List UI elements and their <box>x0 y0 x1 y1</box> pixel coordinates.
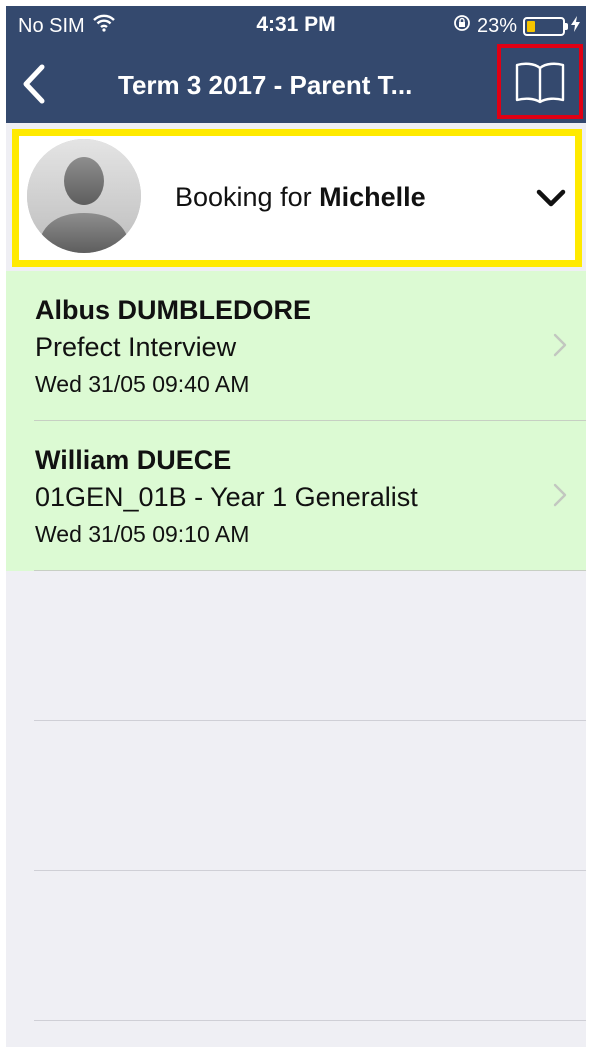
back-button[interactable] <box>18 62 52 106</box>
app-screen: No SIM 4:31 PM 23% Term 3 2017 - Parent … <box>6 6 586 1047</box>
chevron-right-icon <box>553 333 567 357</box>
status-bar: No SIM 4:31 PM 23% <box>6 6 586 44</box>
empty-row <box>6 871 586 1021</box>
booking-for-label: Booking for Michelle <box>175 182 426 213</box>
appointment-row[interactable]: Albus DUMBLEDORE Prefect Interview Wed 3… <box>6 271 586 421</box>
battery-icon <box>523 16 568 36</box>
empty-row <box>6 721 586 871</box>
nav-bar: Term 3 2017 - Parent T... <box>6 44 586 123</box>
chevron-right-icon <box>553 483 567 507</box>
battery-percent: 23% <box>476 14 517 37</box>
battery-fill <box>527 20 535 32</box>
status-right: 23% <box>453 14 580 38</box>
teacher-name: William DUECE <box>35 445 232 475</box>
appointment-row[interactable]: William DUECE 01GEN_01B - Year 1 General… <box>6 421 586 571</box>
page-title: Term 3 2017 - Parent T... <box>118 70 413 100</box>
empty-row <box>6 571 586 721</box>
student-name: Michelle <box>319 182 426 212</box>
charging-icon <box>571 15 580 38</box>
appointment-time: Wed 31/05 09:10 AM <box>35 521 250 547</box>
book-button[interactable] <box>497 44 583 119</box>
rotation-lock-icon <box>453 14 471 38</box>
battery-nub <box>565 22 568 30</box>
appointment-time: Wed 31/05 09:40 AM <box>35 371 250 397</box>
appointment-list: Albus DUMBLEDORE Prefect Interview Wed 3… <box>6 271 586 1021</box>
row-divider <box>34 1020 586 1021</box>
student-selector[interactable]: Booking for Michelle <box>12 129 582 267</box>
header: No SIM 4:31 PM 23% Term 3 2017 - Parent … <box>6 6 586 123</box>
chevron-down-icon <box>536 189 566 207</box>
chevron-left-icon <box>23 64 45 104</box>
booking-prefix: Booking for <box>175 182 320 212</box>
appointment-subject: 01GEN_01B - Year 1 Generalist <box>35 482 418 512</box>
person-silhouette-icon <box>27 139 141 253</box>
appointment-subject: Prefect Interview <box>35 332 237 362</box>
book-icon <box>515 62 565 103</box>
teacher-name: Albus DUMBLEDORE <box>35 295 311 325</box>
avatar <box>27 139 141 253</box>
